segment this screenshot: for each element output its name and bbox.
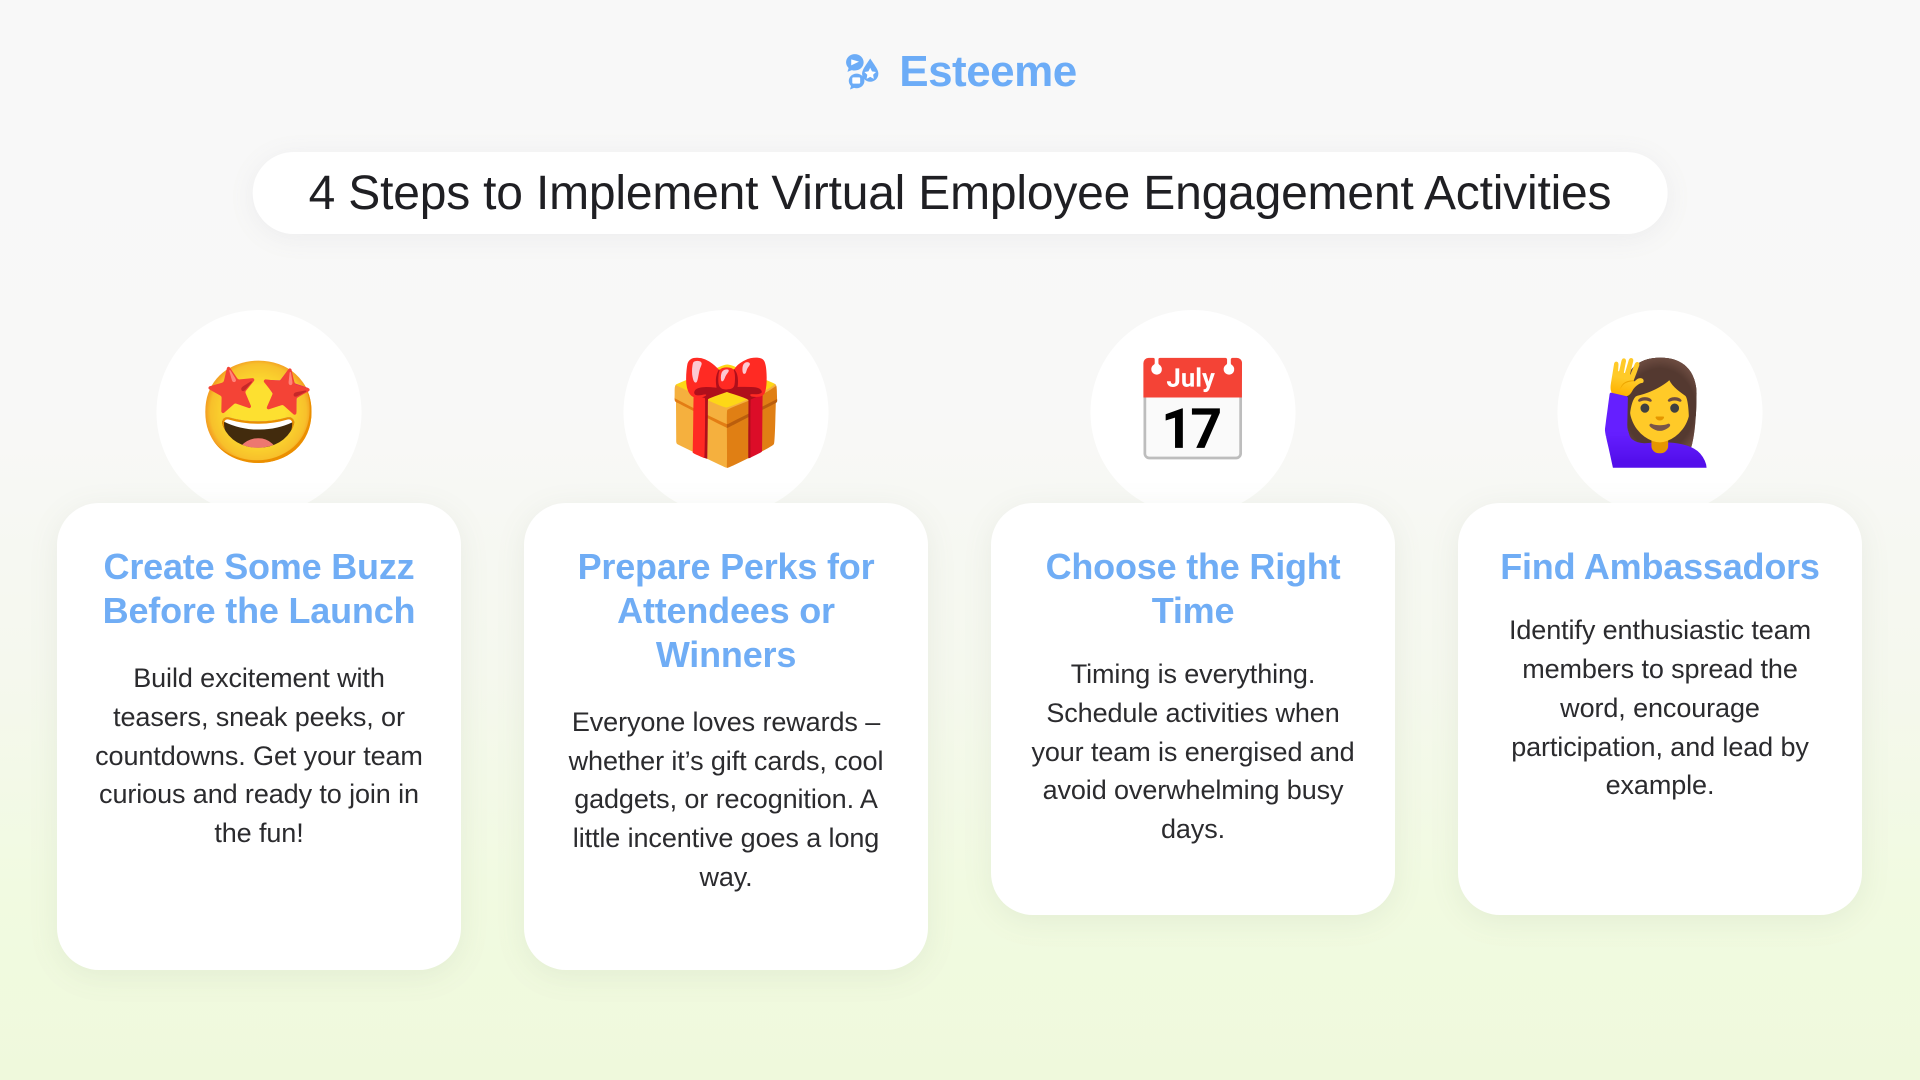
brand-header: Esteeme — [0, 50, 1920, 94]
step-title-3: Choose the Right Time — [1045, 546, 1341, 631]
step-title-1: Create Some Buzz Before the Launch — [102, 546, 416, 631]
woman-raising-hand-emoji-icon: 🙋‍♀️ — [1557, 310, 1763, 515]
step-body-3: Timing is everything. Schedule activitie… — [1031, 658, 1355, 845]
step-card-body-4: Find Ambassadors Identify enthusiastic t… — [1458, 503, 1862, 915]
step-card-body-3: Choose the Right Time Timing is everythi… — [991, 503, 1395, 915]
step-body-2: Everyone loves rewards – whether it’s gi… — [568, 706, 884, 893]
step-card-body-1: Create Some Buzz Before the Launch Build… — [57, 503, 461, 970]
step-body-1: Build excitement with teasers, sneak pee… — [95, 662, 423, 849]
page-title: 4 Steps to Implement Virtual Employee En… — [308, 166, 1612, 220]
star-struck-face-emoji-icon: 🤩 — [156, 310, 362, 515]
step-title-4: Find Ambassadors — [1500, 546, 1820, 587]
esteeme-bubbles-star-logo-icon — [846, 54, 879, 90]
brand-name: Esteeme — [899, 47, 1077, 96]
tear-off-calendar-emoji-icon: 📅 — [1090, 310, 1296, 515]
wrapped-gift-emoji-icon: 🎁 — [623, 310, 829, 515]
step-icon-glyph: 🙋‍♀️ — [1597, 356, 1723, 469]
step-icon-glyph: 🤩 — [196, 356, 322, 469]
steps-row: 🤩 Create Some Buzz Before the Launch Bui… — [0, 310, 1920, 1010]
step-card-body-2: Prepare Perks for Attendees or Winners E… — [524, 503, 928, 970]
step-body-4: Identify enthusiastic team members to sp… — [1508, 614, 1812, 801]
step-icon-glyph: 📅 — [1130, 356, 1256, 469]
step-icon-glyph: 🎁 — [663, 356, 789, 469]
step-title-2: Prepare Perks for Attendees or Winners — [577, 546, 875, 675]
page-title-pill: 4 Steps to Implement Virtual Employee En… — [252, 152, 1668, 234]
